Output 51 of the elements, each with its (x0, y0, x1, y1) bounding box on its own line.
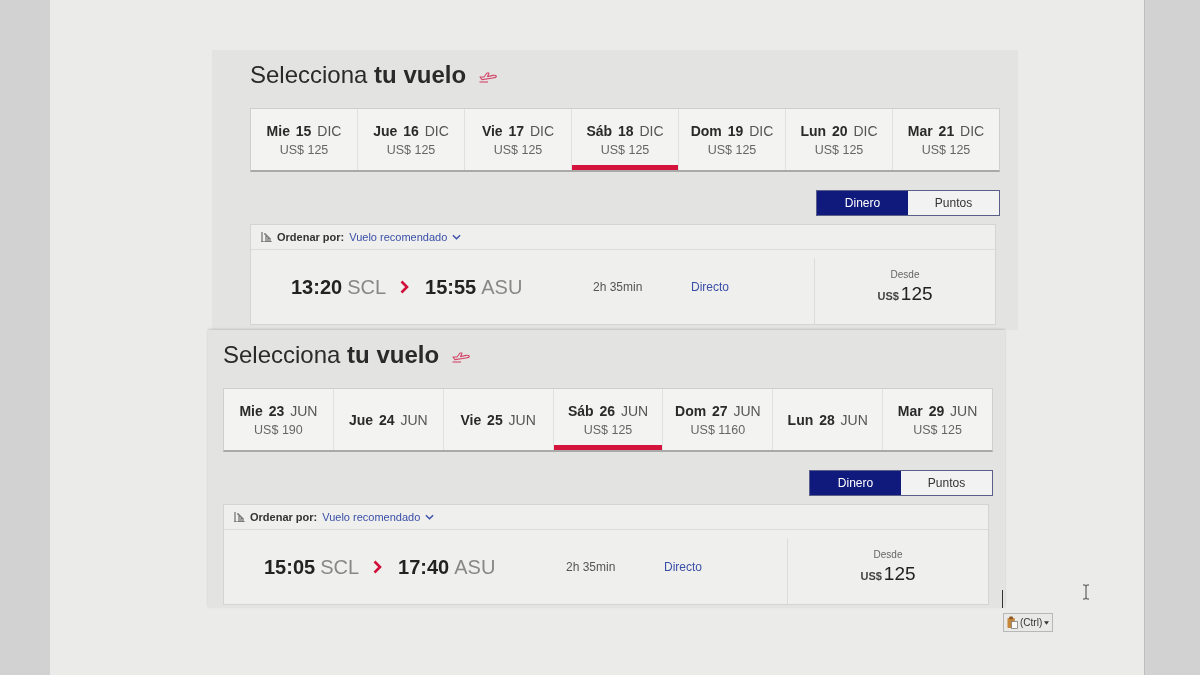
date-tab[interactable]: Lun 20 DIC US$ 125 (786, 109, 893, 170)
arrival-time: 15:55 (425, 275, 477, 299)
flight-duration: 2h 35min (566, 560, 617, 574)
sort-label: Ordenar por: (277, 231, 345, 243)
origin-code: SCL (347, 275, 387, 299)
date-tab[interactable]: Sáb 18 DIC US$ 125 (572, 109, 679, 170)
fare-option[interactable]: Dinero (810, 471, 901, 495)
page-title: Selecciona tu vuelo (250, 61, 467, 89)
chevron-down-icon (425, 514, 435, 520)
page-title: Selecciona tu vuelo (223, 341, 440, 369)
sort-icon (234, 512, 245, 522)
price-label: Desde (890, 269, 920, 280)
date-tab[interactable]: Vie 17 DIC US$ 125 (465, 109, 572, 170)
price-label: Desde (873, 549, 903, 560)
arrival-time: 17:40 (398, 555, 450, 579)
chevron-right-icon (400, 280, 410, 294)
departure-time: 13:20 (291, 275, 343, 299)
sort-dropdown[interactable]: Vuelo recomendado (349, 231, 462, 243)
destination-code: ASU (481, 275, 523, 299)
price-currency: US$ (877, 290, 899, 302)
date-tab[interactable]: Sáb 26 JUN US$ 125 (553, 389, 664, 450)
chevron-right-icon (373, 560, 383, 574)
sort-label: Ordenar por: (250, 511, 318, 523)
sort-dropdown[interactable]: Vuelo recomendado (322, 511, 435, 523)
departure-time: 15:05 (264, 555, 316, 579)
date-tab[interactable]: Dom 19 DIC US$ 125 (679, 109, 786, 170)
price-amount: 125 (900, 283, 933, 305)
date-tab[interactable]: Vie 25 JUN (443, 389, 554, 450)
destination-code: ASU (454, 555, 496, 579)
clipboard-icon (1007, 616, 1018, 629)
date-tab[interactable]: Mie 15 DIC US$ 125 (251, 109, 358, 170)
stops-link[interactable]: Directo (664, 560, 787, 574)
date-tab[interactable]: Lun 28 JUN (773, 389, 884, 450)
price-amount: 125 (883, 563, 916, 585)
fare-option[interactable]: Dinero (817, 191, 908, 215)
text-cursor-icon (1082, 584, 1090, 600)
caret-down-icon (1044, 620, 1050, 625)
stops-link[interactable]: Directo (691, 280, 814, 294)
date-tab[interactable]: Jue 24 JUN (333, 389, 444, 450)
flight-duration: 2h 35min (593, 280, 644, 294)
date-tab[interactable]: Mar 29 JUN US$ 125 (883, 389, 992, 450)
origin-code: SCL (320, 555, 360, 579)
insertion-cursor (1002, 590, 1003, 608)
date-tab[interactable]: Mar 21 DIC US$ 125 (893, 109, 999, 170)
chevron-down-icon (452, 234, 462, 240)
date-tab[interactable]: Jue 16 DIC US$ 125 (358, 109, 465, 170)
sort-icon (261, 232, 272, 242)
date-tab[interactable]: Dom 27 JUN US$ 1160 (663, 389, 774, 450)
date-tab[interactable]: Mie 23 JUN US$ 190 (224, 389, 334, 450)
paste-options-button[interactable]: (Ctrl) (1003, 613, 1054, 632)
price-currency: US$ (860, 570, 882, 582)
